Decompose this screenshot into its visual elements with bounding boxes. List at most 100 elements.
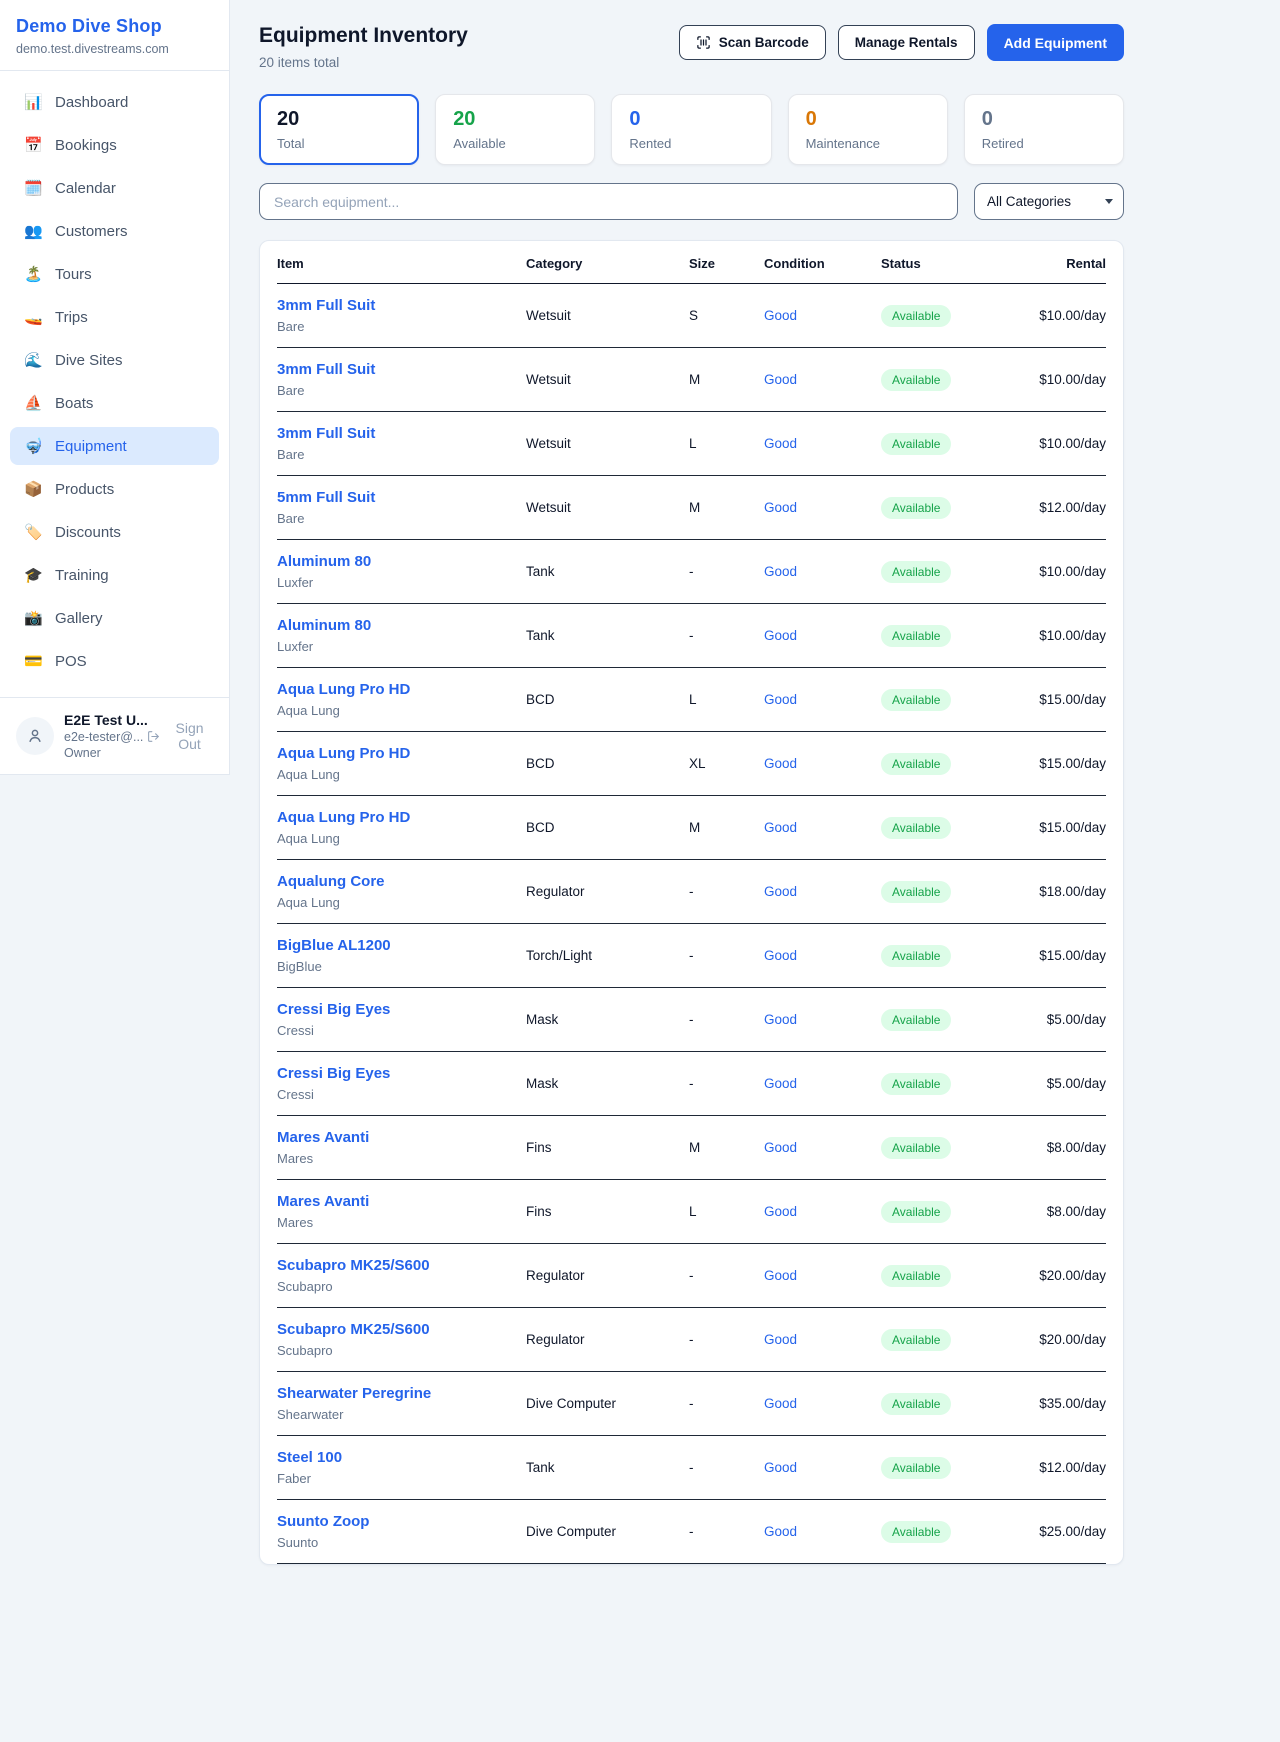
item-name-link[interactable]: Aluminum 80 [277, 553, 371, 570]
item-name-link[interactable]: Cressi Big Eyes [277, 1065, 390, 1082]
sidebar-nav-item[interactable]: 📸 Gallery [10, 599, 219, 637]
rental-price: $5.00/day [1047, 1076, 1106, 1091]
condition-link[interactable]: Good [764, 756, 797, 771]
status-badge: Available [881, 369, 951, 391]
sidebar-nav-item[interactable]: 🤿 Equipment [10, 427, 219, 465]
condition-link[interactable]: Good [764, 500, 797, 515]
item-name-link[interactable]: 3mm Full Suit [277, 425, 375, 442]
nav-item-icon: 🌊 [24, 351, 42, 369]
condition-link[interactable]: Good [764, 884, 797, 899]
item-name-link[interactable]: Cressi Big Eyes [277, 1001, 390, 1018]
condition-link[interactable]: Good [764, 1076, 797, 1091]
sidebar-nav-item[interactable]: 🏷️ Discounts [10, 513, 219, 551]
item-brand: Luxfer [277, 639, 526, 654]
status-cell: Available [881, 1457, 1031, 1479]
item-name-link[interactable]: Aqua Lung Pro HD [277, 681, 410, 698]
condition-link[interactable]: Good [764, 372, 797, 387]
item-name-link[interactable]: Aqua Lung Pro HD [277, 809, 410, 826]
status-cell: Available [881, 881, 1031, 903]
nav-item-icon: 👥 [24, 222, 42, 240]
item-cell: Steel 100 Faber [277, 1449, 526, 1486]
nav-item-icon: 🗓️ [24, 179, 42, 197]
item-name-link[interactable]: 3mm Full Suit [277, 361, 375, 378]
rental-price: $15.00/day [1039, 692, 1106, 707]
condition-link[interactable]: Good [764, 1332, 797, 1347]
item-name-link[interactable]: Scubapro MK25/S600 [277, 1257, 430, 1274]
stat-card[interactable]: 20 Total [259, 94, 419, 165]
barcode-scan-icon [696, 35, 711, 50]
condition-link[interactable]: Good [764, 1204, 797, 1219]
condition-link[interactable]: Good [764, 820, 797, 835]
item-name-link[interactable]: Scubapro MK25/S600 [277, 1321, 430, 1338]
stat-card[interactable]: 0 Retired [964, 94, 1124, 165]
item-cell: Aqua Lung Pro HD Aqua Lung [277, 745, 526, 782]
condition-link[interactable]: Good [764, 1524, 797, 1539]
item-name-link[interactable]: Steel 100 [277, 1449, 342, 1466]
category-cell: BCD [526, 756, 689, 771]
item-name-link[interactable]: Mares Avanti [277, 1193, 369, 1210]
table-row: Aqualung Core Aqua Lung Regulator - Good… [277, 860, 1106, 924]
item-name-link[interactable]: Aluminum 80 [277, 617, 371, 634]
sidebar-nav-item[interactable]: ⛵ Boats [10, 384, 219, 422]
add-equipment-button[interactable]: Add Equipment [987, 24, 1124, 61]
rental-cell: $10.00/day [1031, 628, 1106, 643]
condition-link[interactable]: Good [764, 564, 797, 579]
condition-link[interactable]: Good [764, 308, 797, 323]
sidebar-nav-item[interactable]: 💳 POS [10, 642, 219, 680]
status-cell: Available [881, 1137, 1031, 1159]
stat-card[interactable]: 20 Available [435, 94, 595, 165]
condition-link[interactable]: Good [764, 1140, 797, 1155]
item-name-link[interactable]: 3mm Full Suit [277, 297, 375, 314]
stat-card[interactable]: 0 Rented [611, 94, 771, 165]
condition-link[interactable]: Good [764, 692, 797, 707]
sidebar-nav-item[interactable]: 📅 Bookings [10, 126, 219, 164]
scan-barcode-button[interactable]: Scan Barcode [679, 25, 826, 60]
item-name-link[interactable]: Aqualung Core [277, 873, 385, 890]
sidebar-nav-item[interactable]: 🏝️ Tours [10, 255, 219, 293]
header-actions: Scan Barcode Manage Rentals Add Equipmen… [679, 24, 1124, 61]
sidebar-nav-item[interactable]: 📊 Dashboard [10, 83, 219, 121]
size-cell: M [689, 1140, 764, 1155]
size-cell: L [689, 436, 764, 451]
item-brand: Suunto [277, 1535, 526, 1550]
size-cell: M [689, 500, 764, 515]
condition-cell: Good [764, 947, 881, 965]
item-name-link[interactable]: Aqua Lung Pro HD [277, 745, 410, 762]
item-name-link[interactable]: Mares Avanti [277, 1129, 369, 1146]
item-name-link[interactable]: Suunto Zoop [277, 1513, 369, 1530]
sidebar-nav-item[interactable]: 🗓️ Calendar [10, 169, 219, 207]
category-select[interactable]: All Categories [974, 183, 1124, 220]
status-cell: Available [881, 753, 1031, 775]
nav-item-icon: 📦 [24, 480, 42, 498]
table-row: 3mm Full Suit Bare Wetsuit L Good Availa… [277, 412, 1106, 476]
condition-link[interactable]: Good [764, 1268, 797, 1283]
sidebar-nav-item[interactable]: 🎓 Training [10, 556, 219, 594]
item-name-link[interactable]: 5mm Full Suit [277, 489, 375, 506]
condition-cell: Good [764, 627, 881, 645]
nav-item-icon: 📅 [24, 136, 42, 154]
condition-link[interactable]: Good [764, 1012, 797, 1027]
search-input[interactable] [259, 183, 958, 220]
condition-link[interactable]: Good [764, 436, 797, 451]
sidebar-nav-item[interactable]: 📦 Products [10, 470, 219, 508]
item-name-link[interactable]: BigBlue AL1200 [277, 937, 391, 954]
table-row: Suunto Zoop Suunto Dive Computer - Good … [277, 1500, 1106, 1564]
category-cell: Mask [526, 1012, 689, 1027]
item-brand: Cressi [277, 1087, 526, 1102]
user-role: Owner [64, 746, 137, 760]
nav-item-label: Calendar [55, 180, 116, 197]
condition-link[interactable]: Good [764, 948, 797, 963]
condition-link[interactable]: Good [764, 628, 797, 643]
manage-rentals-button[interactable]: Manage Rentals [838, 25, 975, 60]
sidebar-nav-item[interactable]: 👥 Customers [10, 212, 219, 250]
sidebar-nav-item[interactable]: 🚤 Trips [10, 298, 219, 336]
category-cell: Wetsuit [526, 372, 689, 387]
status-badge: Available [881, 689, 951, 711]
condition-link[interactable]: Good [764, 1396, 797, 1411]
condition-link[interactable]: Good [764, 1460, 797, 1475]
item-name-link[interactable]: Shearwater Peregrine [277, 1385, 431, 1402]
sidebar-nav-item[interactable]: 🌊 Dive Sites [10, 341, 219, 379]
stat-card[interactable]: 0 Maintenance [788, 94, 948, 165]
table-row: 5mm Full Suit Bare Wetsuit M Good Availa… [277, 476, 1106, 540]
sign-out-button[interactable]: Sign Out [147, 720, 213, 752]
